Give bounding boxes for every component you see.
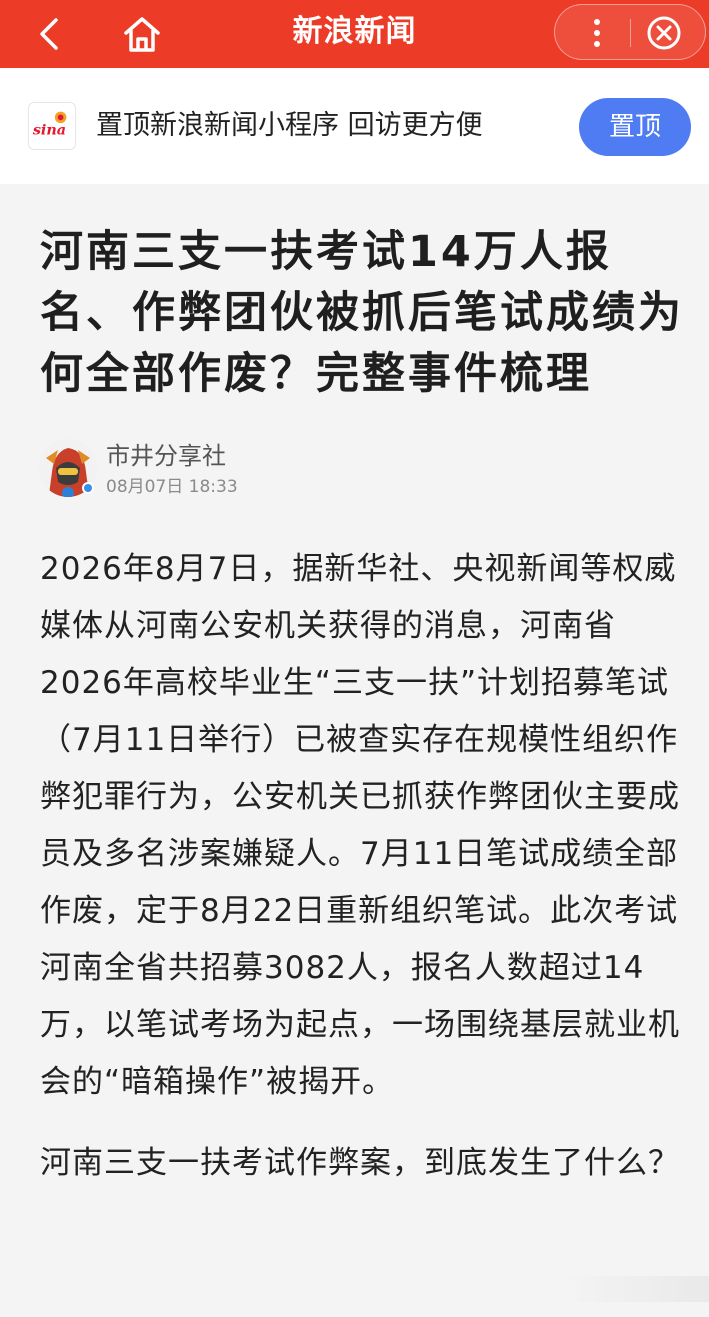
mini-program-capsule <box>554 4 706 60</box>
pin-promo-banner: sina 置顶新浪新闻小程序 回访更方便 置顶 <box>0 68 709 184</box>
top-navigation-bar: 新浪新闻 <box>0 0 709 68</box>
article-headline: 河南三支一扶考试14万人报名、作弊团伙被抓后笔试成绩为何全部作废？完整事件梳理 <box>40 227 684 399</box>
author-name[interactable]: 市井分享社 <box>106 440 226 472</box>
svg-text:sina: sina <box>33 123 66 139</box>
pin-button[interactable]: 置顶 <box>579 98 691 156</box>
bottom-fade-overlay <box>560 1276 709 1302</box>
close-circle-icon[interactable] <box>645 14 683 52</box>
promo-message: 置顶新浪新闻小程序 回访更方便 <box>96 110 483 141</box>
publish-time: 08月07日 18:33 <box>106 477 238 497</box>
article-paragraph: 2026年8月7日，据新华社、央视新闻等权威媒体从河南公安机关获得的消息，河南省… <box>40 551 680 1100</box>
sina-logo: sina <box>28 102 76 150</box>
article-body: 2026年8月7日，据新华社、央视新闻等权威媒体从河南公安机关获得的消息，河南省… <box>40 541 680 1192</box>
author-avatar[interactable] <box>38 438 102 502</box>
more-vertical-icon[interactable] <box>579 15 615 51</box>
capsule-divider <box>630 19 631 47</box>
article-paragraph: 河南三支一扶考试作弊案，到底发生了什么？ <box>40 1145 680 1181</box>
